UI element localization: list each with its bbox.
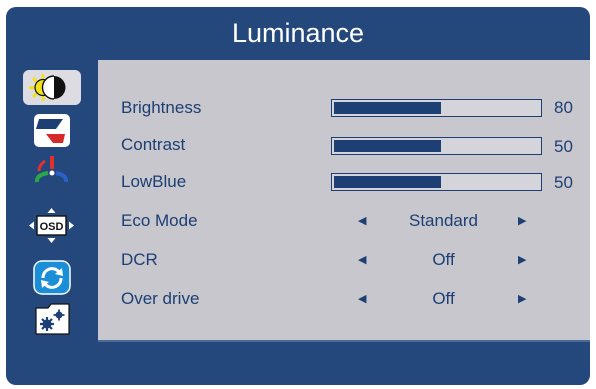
reset-icon (33, 260, 71, 295)
brightness-slider-fill (334, 102, 441, 114)
lowblue-slider-fill (334, 176, 441, 188)
brightness-slider[interactable] (331, 99, 542, 117)
sidebar-item-extra[interactable] (23, 301, 81, 336)
brightness-icon (29, 74, 66, 101)
bottom-divider (98, 340, 590, 342)
eco-mode-label: Eco Mode (121, 211, 198, 230)
sidebar-item-image[interactable] (23, 113, 81, 148)
svg-text:OSD: OSD (40, 221, 64, 233)
eco-mode-left-arrow-icon[interactable]: ◀ (358, 211, 366, 231)
contrast-label: Contrast (121, 135, 186, 154)
eco-mode-right-arrow-icon[interactable]: ▶ (518, 211, 526, 231)
lowblue-slider[interactable] (331, 173, 542, 191)
brightness-value: 80 (554, 98, 573, 117)
contrast-value: 50 (554, 137, 573, 156)
sidebar-item-luminance[interactable] (23, 70, 81, 105)
contrast-slider[interactable] (331, 137, 542, 155)
sidebar-item-reset[interactable] (23, 260, 81, 295)
osd-icon: OSD (29, 208, 74, 243)
lowblue-label: LowBlue (121, 172, 187, 191)
dcr-left-arrow-icon[interactable]: ◀ (358, 250, 366, 270)
eco-mode-value[interactable]: Standard (386, 211, 501, 231)
menu-title: Luminance (231, 18, 365, 48)
sidebar: OSD (6, 60, 98, 340)
extra-settings-icon (35, 303, 70, 335)
contrast-slider-fill (334, 140, 441, 152)
over-drive-left-arrow-icon[interactable]: ◀ (358, 289, 366, 309)
dcr-right-arrow-icon[interactable]: ▶ (518, 250, 526, 270)
dcr-value[interactable]: Off (386, 250, 501, 270)
lowblue-value: 50 (554, 173, 573, 192)
over-drive-right-arrow-icon[interactable]: ▶ (518, 289, 526, 309)
over-drive-value[interactable]: Off (386, 289, 501, 309)
brightness-label: Brightness (121, 98, 202, 117)
sidebar-item-color[interactable] (23, 153, 81, 188)
color-icon (34, 156, 69, 183)
luminance-panel: Brightness 80 Contrast 50 LowBlue 50 Eco… (98, 60, 590, 340)
dcr-label: DCR (121, 250, 158, 269)
over-drive-label: Over drive (121, 289, 200, 308)
sidebar-item-osd[interactable]: OSD (23, 208, 81, 243)
osd-window: Luminance OSD Brightness 80 Contrast 50 … (6, 7, 590, 385)
image-icon (34, 114, 70, 147)
